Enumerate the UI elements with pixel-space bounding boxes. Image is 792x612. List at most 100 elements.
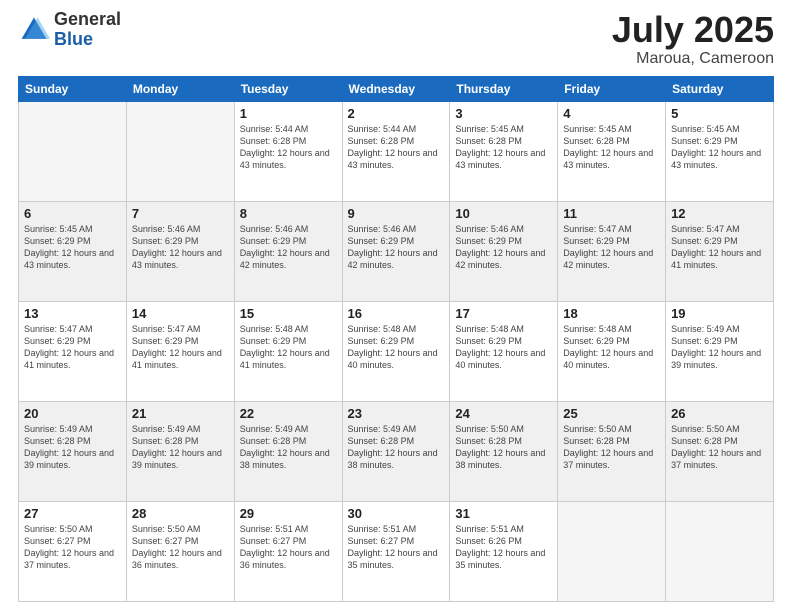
table-row: 13 Sunrise: 5:47 AMSunset: 6:29 PMDayligh… <box>19 301 127 401</box>
day-info: Sunrise: 5:50 AMSunset: 6:27 PMDaylight:… <box>132 523 229 572</box>
table-row: 31Sunrise: 5:51 AMSunset: 6:26 PMDayligh… <box>450 501 558 601</box>
table-row: 25 Sunrise: 5:50 AMSunset: 6:28 PMDayligh… <box>558 401 666 501</box>
calendar-week-row: 6 Sunrise: 5:45 AMSunset: 6:29 PMDaylight… <box>19 201 774 301</box>
day-number: 21 <box>132 406 229 421</box>
table-row: 22 Sunrise: 5:49 AMSunset: 6:28 PMDayligh… <box>234 401 342 501</box>
table-row: 29Sunrise: 5:51 AMSunset: 6:27 PMDayligh… <box>234 501 342 601</box>
day-info: Sunrise: 5:45 AMSunset: 6:28 PMDaylight:… <box>563 123 660 172</box>
table-row: 2Sunrise: 5:44 AMSunset: 6:28 PMDaylight… <box>342 101 450 201</box>
day-info: Sunrise: 5:47 AMSunset: 6:29 PMDaylight:… <box>24 323 121 372</box>
header: General Blue July 2025 Maroua, Cameroon <box>18 10 774 68</box>
table-row: 1Sunrise: 5:44 AMSunset: 6:28 PMDaylight… <box>234 101 342 201</box>
day-info: Sunrise: 5:51 AMSunset: 6:27 PMDaylight:… <box>348 523 445 572</box>
day-info: Sunrise: 5:47 AMSunset: 6:29 PMDaylight:… <box>132 323 229 372</box>
day-number: 10 <box>455 206 552 221</box>
day-info: Sunrise: 5:50 AMSunset: 6:27 PMDaylight:… <box>24 523 121 572</box>
calendar-week-row: 13 Sunrise: 5:47 AMSunset: 6:29 PMDayligh… <box>19 301 774 401</box>
table-row: 5 Sunrise: 5:45 AMSunset: 6:29 PMDaylight… <box>666 101 774 201</box>
logo: General Blue <box>18 10 121 50</box>
day-number: 18 <box>563 306 660 321</box>
day-number: 14 <box>132 306 229 321</box>
table-row: 9Sunrise: 5:46 AMSunset: 6:29 PMDaylight… <box>342 201 450 301</box>
table-row: 3Sunrise: 5:45 AMSunset: 6:28 PMDaylight… <box>450 101 558 201</box>
day-number: 2 <box>348 106 445 121</box>
day-info: Sunrise: 5:46 AMSunset: 6:29 PMDaylight:… <box>240 223 337 272</box>
table-row: 15 Sunrise: 5:48 AMSunset: 6:29 PMDayligh… <box>234 301 342 401</box>
table-row: 8 Sunrise: 5:46 AMSunset: 6:29 PMDaylight… <box>234 201 342 301</box>
table-row: 19Sunrise: 5:49 AMSunset: 6:29 PMDayligh… <box>666 301 774 401</box>
day-number: 28 <box>132 506 229 521</box>
day-info: Sunrise: 5:48 AMSunset: 6:29 PMDaylight:… <box>240 323 337 372</box>
day-number: 17 <box>455 306 552 321</box>
day-number: 9 <box>348 206 445 221</box>
table-row <box>666 501 774 601</box>
day-info: Sunrise: 5:46 AMSunset: 6:29 PMDaylight:… <box>455 223 552 272</box>
day-number: 8 <box>240 206 337 221</box>
title-block: July 2025 Maroua, Cameroon <box>612 10 774 68</box>
table-row: 26Sunrise: 5:50 AMSunset: 6:28 PMDayligh… <box>666 401 774 501</box>
page: General Blue July 2025 Maroua, Cameroon … <box>0 0 792 612</box>
day-number: 22 <box>240 406 337 421</box>
day-number: 27 <box>24 506 121 521</box>
calendar-table: Sunday Monday Tuesday Wednesday Thursday… <box>18 76 774 602</box>
day-number: 15 <box>240 306 337 321</box>
day-info: Sunrise: 5:51 AMSunset: 6:26 PMDaylight:… <box>455 523 552 572</box>
col-saturday: Saturday <box>666 76 774 101</box>
day-info: Sunrise: 5:45 AMSunset: 6:29 PMDaylight:… <box>671 123 768 172</box>
calendar-header-row: Sunday Monday Tuesday Wednesday Thursday… <box>19 76 774 101</box>
day-info: Sunrise: 5:48 AMSunset: 6:29 PMDaylight:… <box>348 323 445 372</box>
day-info: Sunrise: 5:48 AMSunset: 6:29 PMDaylight:… <box>455 323 552 372</box>
logo-text: General Blue <box>54 10 121 50</box>
table-row: 24 Sunrise: 5:50 AMSunset: 6:28 PMDayligh… <box>450 401 558 501</box>
table-row: 10 Sunrise: 5:46 AMSunset: 6:29 PMDayligh… <box>450 201 558 301</box>
day-number: 19 <box>671 306 768 321</box>
table-row <box>19 101 127 201</box>
day-number: 25 <box>563 406 660 421</box>
table-row: 21 Sunrise: 5:49 AMSunset: 6:28 PMDayligh… <box>126 401 234 501</box>
day-info: Sunrise: 5:45 AMSunset: 6:29 PMDaylight:… <box>24 223 121 272</box>
table-row: 12Sunrise: 5:47 AMSunset: 6:29 PMDayligh… <box>666 201 774 301</box>
title-month: July 2025 <box>612 10 774 50</box>
day-number: 4 <box>563 106 660 121</box>
day-number: 3 <box>455 106 552 121</box>
day-info: Sunrise: 5:47 AMSunset: 6:29 PMDaylight:… <box>563 223 660 272</box>
calendar-week-row: 20Sunrise: 5:49 AMSunset: 6:28 PMDayligh… <box>19 401 774 501</box>
logo-general-text: General <box>54 10 121 30</box>
day-number: 24 <box>455 406 552 421</box>
day-info: Sunrise: 5:47 AMSunset: 6:29 PMDaylight:… <box>671 223 768 272</box>
calendar-week-row: 1Sunrise: 5:44 AMSunset: 6:28 PMDaylight… <box>19 101 774 201</box>
day-info: Sunrise: 5:49 AMSunset: 6:28 PMDaylight:… <box>240 423 337 472</box>
day-number: 16 <box>348 306 445 321</box>
col-thursday: Thursday <box>450 76 558 101</box>
day-number: 11 <box>563 206 660 221</box>
table-row: 27 Sunrise: 5:50 AMSunset: 6:27 PMDayligh… <box>19 501 127 601</box>
day-info: Sunrise: 5:46 AMSunset: 6:29 PMDaylight:… <box>132 223 229 272</box>
day-info: Sunrise: 5:50 AMSunset: 6:28 PMDaylight:… <box>455 423 552 472</box>
table-row: 4 Sunrise: 5:45 AMSunset: 6:28 PMDaylight… <box>558 101 666 201</box>
day-number: 6 <box>24 206 121 221</box>
day-number: 5 <box>671 106 768 121</box>
table-row: 16 Sunrise: 5:48 AMSunset: 6:29 PMDayligh… <box>342 301 450 401</box>
day-info: Sunrise: 5:44 AMSunset: 6:28 PMDaylight:… <box>240 123 337 172</box>
calendar-week-row: 27 Sunrise: 5:50 AMSunset: 6:27 PMDayligh… <box>19 501 774 601</box>
table-row <box>558 501 666 601</box>
day-number: 13 <box>24 306 121 321</box>
table-row: 18Sunrise: 5:48 AMSunset: 6:29 PMDayligh… <box>558 301 666 401</box>
col-friday: Friday <box>558 76 666 101</box>
day-info: Sunrise: 5:50 AMSunset: 6:28 PMDaylight:… <box>563 423 660 472</box>
table-row: 14 Sunrise: 5:47 AMSunset: 6:29 PMDayligh… <box>126 301 234 401</box>
day-info: Sunrise: 5:50 AMSunset: 6:28 PMDaylight:… <box>671 423 768 472</box>
table-row: 30Sunrise: 5:51 AMSunset: 6:27 PMDayligh… <box>342 501 450 601</box>
col-wednesday: Wednesday <box>342 76 450 101</box>
table-row: 17 Sunrise: 5:48 AMSunset: 6:29 PMDayligh… <box>450 301 558 401</box>
table-row <box>126 101 234 201</box>
logo-icon <box>18 14 50 46</box>
logo-blue-text: Blue <box>54 30 121 50</box>
day-number: 29 <box>240 506 337 521</box>
day-info: Sunrise: 5:49 AMSunset: 6:28 PMDaylight:… <box>24 423 121 472</box>
day-number: 23 <box>348 406 445 421</box>
table-row: 20Sunrise: 5:49 AMSunset: 6:28 PMDayligh… <box>19 401 127 501</box>
day-info: Sunrise: 5:49 AMSunset: 6:28 PMDaylight:… <box>132 423 229 472</box>
table-row: 28 Sunrise: 5:50 AMSunset: 6:27 PMDayligh… <box>126 501 234 601</box>
day-info: Sunrise: 5:49 AMSunset: 6:28 PMDaylight:… <box>348 423 445 472</box>
